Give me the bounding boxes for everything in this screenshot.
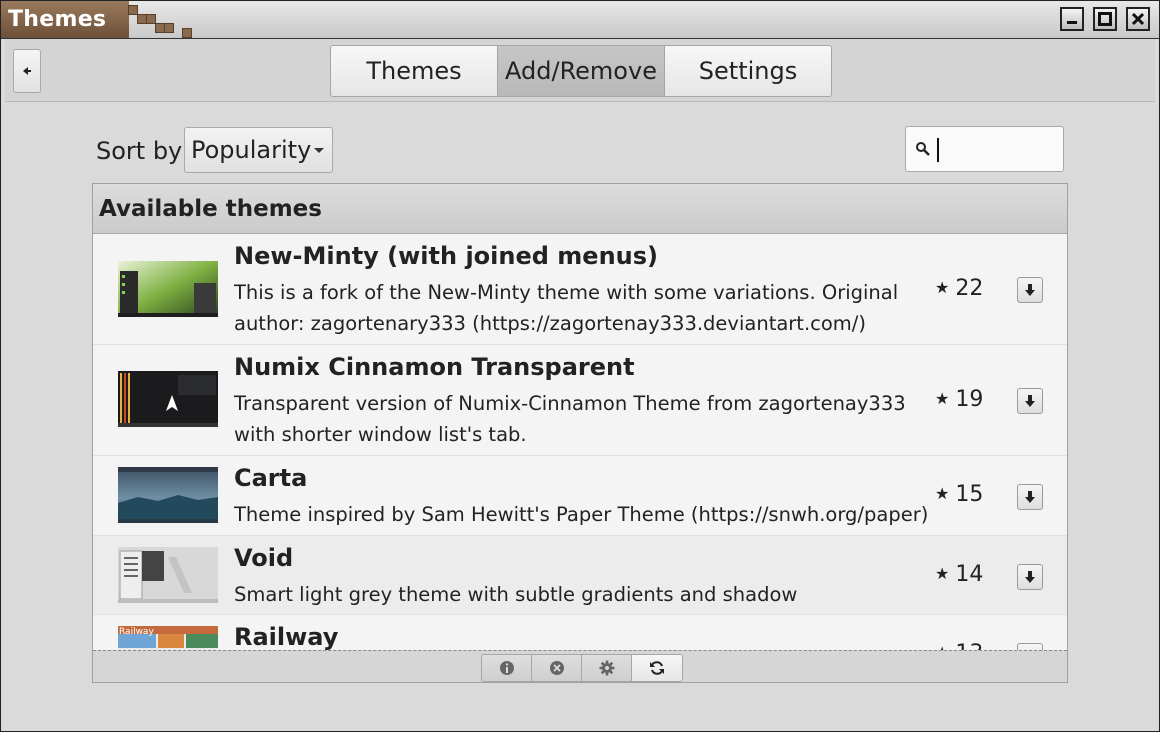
rating-value: 19: [955, 387, 984, 412]
rating-value: 22: [955, 276, 984, 301]
theme-rating: ★ 22: [935, 276, 983, 301]
theme-description: Transparent version of Numix-Cinnamon Th…: [234, 392, 906, 446]
tab-bar: Themes Add/Remove Settings: [330, 45, 832, 97]
close-button[interactable]: [1126, 7, 1150, 31]
back-button[interactable]: [13, 49, 41, 93]
thumbnail-caption: Railway: [119, 627, 154, 637]
install-button[interactable]: [1017, 277, 1043, 303]
theme-rating: ★ 14: [935, 562, 983, 587]
title-decoration: [182, 28, 192, 38]
download-arrow-icon: [1025, 571, 1035, 583]
theme-name: New-Minty (with joined menus): [234, 242, 658, 270]
theme-name: Carta: [234, 464, 308, 492]
theme-description: Theme inspired by Sam Hewitt's Paper The…: [234, 503, 929, 526]
list-item[interactable]: Carta Theme inspired by Sam Hewitt's Pap…: [93, 456, 1067, 536]
theme-thumbnail: [118, 547, 218, 603]
download-arrow-icon: [1025, 284, 1035, 296]
download-arrow-icon: [1025, 395, 1035, 407]
info-button[interactable]: [482, 655, 532, 681]
title-decoration: [164, 23, 174, 33]
themes-list-rows[interactable]: New-Minty (with joined menus) This is a …: [93, 234, 1067, 650]
list-header: Available themes: [93, 184, 1067, 234]
themes-window: Themes Themes Add/Remove Settings Sort b…: [0, 0, 1160, 732]
install-button[interactable]: [1017, 388, 1043, 414]
theme-name: Void: [234, 544, 294, 572]
theme-thumbnail: Railway: [118, 626, 218, 650]
sort-by-label: Sort by: [96, 137, 183, 165]
theme-name: Railway: [234, 623, 339, 650]
theme-name: Numix Cinnamon Transparent: [234, 353, 635, 381]
star-icon: ★: [935, 643, 949, 650]
refresh-button[interactable]: [632, 655, 682, 681]
sort-value: Popularity: [191, 136, 312, 164]
minimize-icon: [1067, 21, 1077, 24]
window-title: Themes: [8, 7, 107, 32]
text-cursor: [937, 138, 939, 162]
toolbar: Themes Add/Remove Settings: [5, 39, 1155, 102]
theme-thumbnail: [118, 261, 218, 317]
rating-value: 15: [955, 482, 984, 507]
install-button[interactable]: [1017, 484, 1043, 510]
theme-rating: ★ 19: [935, 387, 983, 412]
search-icon: [916, 142, 930, 156]
maximize-icon: [1098, 12, 1112, 26]
close-icon: [1131, 12, 1145, 26]
download-arrow-icon: [1025, 491, 1035, 503]
refresh-icon: [650, 661, 664, 675]
configure-button[interactable]: [582, 655, 632, 681]
install-button[interactable]: [1017, 643, 1043, 650]
list-item[interactable]: Railway Railway ★ 13: [93, 615, 1067, 650]
star-icon: ★: [935, 484, 950, 503]
install-button[interactable]: [1017, 564, 1043, 590]
theme-rating: ★ 15: [935, 482, 983, 507]
theme-thumbnail: [118, 467, 218, 523]
tab-add-remove[interactable]: Add/Remove: [498, 46, 665, 96]
themes-list: Available themes New-Minty (with joined …: [92, 183, 1068, 683]
search-input[interactable]: [905, 126, 1064, 172]
list-item[interactable]: New-Minty (with joined menus) This is a …: [93, 234, 1067, 345]
star-icon: ★: [935, 278, 950, 297]
title-tab: Themes: [1, 1, 129, 38]
tab-settings[interactable]: Settings: [665, 46, 831, 96]
minimize-button[interactable]: [1060, 7, 1084, 31]
back-arrow-icon: [23, 67, 31, 75]
list-item[interactable]: Void Smart light grey theme with subtle …: [93, 536, 1067, 615]
gear-icon: [599, 660, 614, 676]
star-icon: ★: [935, 389, 950, 408]
theme-thumbnail: [118, 371, 218, 427]
remove-icon: [549, 661, 564, 675]
rating-value: 14: [955, 562, 984, 587]
theme-description: Smart light grey theme with subtle gradi…: [234, 583, 798, 606]
sort-dropdown[interactable]: Popularity: [184, 127, 333, 173]
theme-description: This is a fork of the New-Minty theme wi…: [234, 281, 899, 335]
list-actions: [481, 654, 683, 682]
chevron-down-icon: [314, 148, 324, 153]
title-bar[interactable]: Themes: [1, 1, 1159, 39]
list-action-bar: [93, 650, 1067, 682]
info-icon: [499, 661, 514, 675]
maximize-button[interactable]: [1093, 7, 1117, 31]
rating-value: 13: [955, 641, 983, 650]
theme-rating: ★ 13: [935, 641, 983, 650]
list-header-title: Available themes: [99, 196, 322, 222]
remove-button[interactable]: [532, 655, 582, 681]
list-item[interactable]: Numix Cinnamon Transparent Transparent v…: [93, 345, 1067, 456]
tab-themes[interactable]: Themes: [331, 46, 498, 96]
star-icon: ★: [935, 564, 950, 583]
